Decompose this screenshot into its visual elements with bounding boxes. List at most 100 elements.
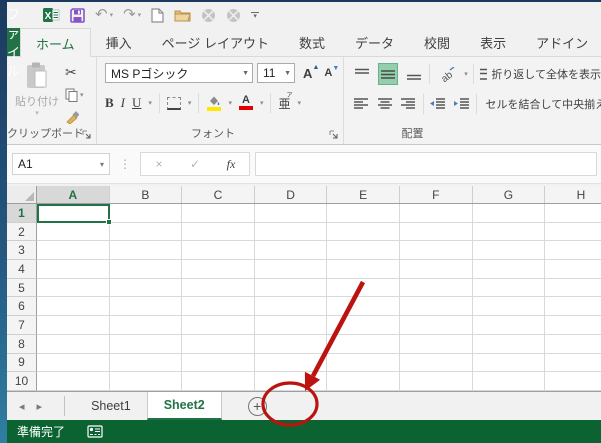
font-name-combo[interactable]: MS Pゴシック ▼ [105,63,253,83]
cell[interactable] [254,241,328,261]
cell[interactable] [254,297,328,317]
cell[interactable] [182,297,255,317]
ribbon-tab[interactable]: 挿入 [91,28,147,56]
decrease-font-size-button[interactable]: A ▼ [320,65,339,79]
tab-file[interactable]: ファイル [7,7,21,79]
cell[interactable] [472,222,546,242]
cell[interactable] [109,334,183,354]
formula-input[interactable] [255,152,597,176]
cell[interactable] [327,260,400,279]
cell[interactable] [37,372,110,391]
customize-qat-button[interactable]: ▾ [251,11,260,20]
cell[interactable] [37,334,110,354]
add-sheet-button[interactable]: + [247,396,267,416]
font-size-combo[interactable]: 11 ▼ [257,63,295,83]
borders-dropdown-icon[interactable]: ▾ [188,99,192,107]
cell[interactable] [472,241,546,261]
formula-bar-resize-handle[interactable]: ⋮ [110,157,140,171]
cell[interactable] [327,204,400,223]
redo-dropdown-icon[interactable]: ▾ [138,11,142,19]
cell[interactable] [37,222,110,242]
cell[interactable] [182,260,255,279]
merge-center-button[interactable]: セルを結合して中央揃え [482,96,601,112]
cell[interactable] [109,278,183,298]
cell[interactable] [545,316,601,335]
undo-button[interactable]: ↶ ▾ [95,7,114,22]
row-header[interactable]: 2 [7,222,37,242]
macro-record-icon[interactable] [87,425,103,438]
undo-dropdown-icon[interactable]: ▾ [110,11,114,19]
enter-button[interactable]: ✓ [177,157,213,171]
cell[interactable] [545,260,601,279]
align-bottom-button[interactable] [403,63,424,85]
orientation-dropdown-icon[interactable]: ▾ [464,70,468,78]
cell[interactable] [327,297,400,317]
cell[interactable] [545,334,601,354]
ribbon-tab[interactable]: 表示 [465,28,521,56]
cell[interactable] [182,204,255,223]
increase-font-size-button[interactable]: A ▲ [299,64,319,81]
column-header[interactable]: F [399,186,473,203]
borders-icon[interactable] [166,96,181,110]
sheet-nav-right-icon[interactable]: ▸ [37,392,55,420]
font-color-button[interactable]: A [238,95,253,110]
cell[interactable] [182,316,255,335]
increase-indent-button[interactable] [452,93,471,115]
cell[interactable] [327,353,400,373]
cell[interactable] [182,241,255,261]
align-middle-button[interactable] [377,63,399,85]
cell[interactable] [182,353,255,373]
paste-dropdown-icon[interactable]: ▾ [35,109,39,117]
fill-color-dropdown-icon[interactable]: ▾ [228,99,232,107]
cell[interactable] [254,278,328,298]
cell[interactable] [109,297,183,317]
cell[interactable] [545,204,601,223]
cell[interactable] [254,334,328,354]
column-header[interactable]: G [472,186,546,203]
cell[interactable] [472,353,546,373]
row-header[interactable]: 10 [7,372,37,391]
underline-button[interactable]: U [132,95,141,111]
cell[interactable] [399,204,473,223]
save-button[interactable] [70,7,85,23]
cell[interactable] [182,334,255,354]
ribbon-tab[interactable]: 数式 [284,28,340,56]
cell[interactable] [109,241,183,261]
cell[interactable] [254,222,328,242]
align-left-button[interactable] [352,93,371,115]
cell[interactable] [109,316,183,335]
cell[interactable] [37,260,110,279]
cell[interactable] [109,372,183,391]
cell[interactable] [327,222,400,242]
cell[interactable] [37,297,110,317]
row-header[interactable]: 1 [7,204,37,223]
cell[interactable] [399,372,473,391]
sheet-nav-left-icon[interactable]: ◂ [7,392,37,420]
select-all-corner[interactable] [7,186,37,203]
cell[interactable] [399,353,473,373]
cell[interactable] [399,260,473,279]
cell[interactable] [37,316,110,335]
column-header[interactable]: B [109,186,183,203]
row-header[interactable]: 9 [7,353,37,373]
cell[interactable] [472,372,546,391]
cell[interactable] [254,316,328,335]
cell[interactable] [399,222,473,242]
cell[interactable] [109,204,183,223]
cell[interactable] [182,372,255,391]
italic-button[interactable]: I [121,95,125,111]
phonetic-guide-button[interactable]: 亜 ア [278,93,292,112]
row-header[interactable]: 7 [7,316,37,335]
underline-dropdown-icon[interactable]: ▾ [148,99,152,107]
cell[interactable] [472,260,546,279]
font-name-dropdown-icon[interactable]: ▼ [242,70,249,77]
row-header[interactable]: 3 [7,241,37,261]
cell[interactable] [37,241,110,261]
align-right-button[interactable] [399,93,418,115]
cell[interactable] [399,241,473,261]
align-center-button[interactable] [376,93,395,115]
ribbon-tab[interactable]: ホーム [20,28,91,57]
orientation-button[interactable]: ab [435,63,459,85]
cell[interactable] [472,334,546,354]
row-header[interactable]: 8 [7,334,37,354]
